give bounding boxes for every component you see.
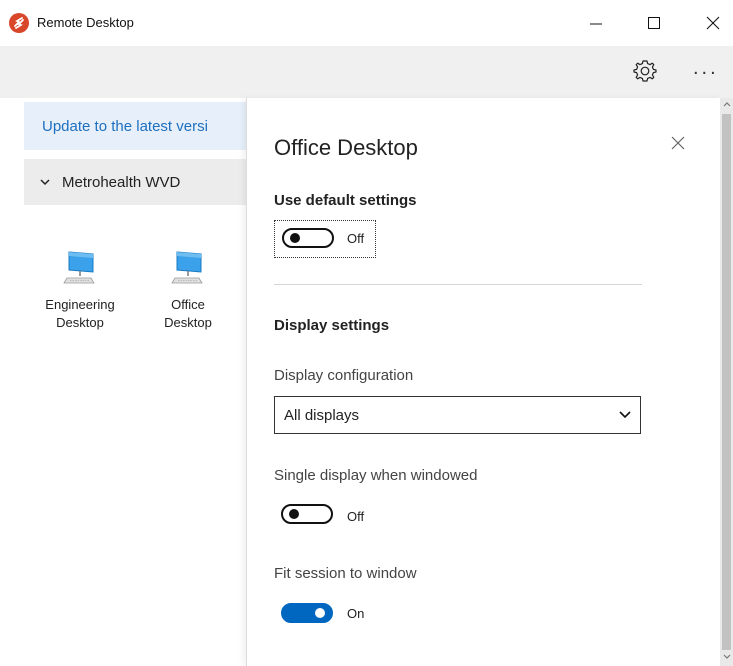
- desktop-tile-engineering[interactable]: Engineering Desktop: [28, 248, 132, 332]
- section-divider: [274, 284, 642, 285]
- close-window-button[interactable]: [693, 8, 733, 38]
- gear-icon: [633, 60, 657, 82]
- scrollbar-thumb[interactable]: [722, 114, 731, 650]
- display-config-label: Display configuration: [274, 367, 414, 384]
- close-icon: [671, 136, 685, 150]
- use-default-state: Off: [347, 231, 365, 246]
- use-default-heading: Use default settings: [274, 192, 417, 209]
- desktop-tile-label-line2: Desktop: [164, 315, 212, 330]
- single-display-state: Off: [347, 509, 365, 524]
- update-banner[interactable]: Update to the latest versi: [24, 102, 246, 150]
- computer-icon: [63, 251, 95, 284]
- minimize-button[interactable]: [576, 8, 616, 38]
- fit-session-state: On: [347, 606, 365, 621]
- toggle-knob: [290, 233, 300, 243]
- desktop-tile-label-line1: Office: [171, 297, 205, 312]
- desktop-tile-office[interactable]: Office Desktop: [136, 248, 240, 332]
- title-bar: Remote Desktop: [0, 0, 733, 46]
- fit-session-label: Fit session to window: [274, 565, 417, 582]
- chevron-down-icon: [619, 411, 631, 419]
- panel-scrollbar[interactable]: [720, 98, 733, 666]
- update-banner-text: Update to the latest versi: [42, 118, 208, 135]
- toggle-knob: [289, 509, 299, 519]
- display-settings-heading: Display settings: [274, 317, 390, 334]
- use-default-toggle[interactable]: [282, 228, 334, 248]
- fit-session-toggle[interactable]: [281, 603, 333, 623]
- scroll-down-icon[interactable]: [723, 654, 731, 660]
- desktop-tile-label-line2: Desktop: [56, 315, 104, 330]
- display-config-value: All displays: [284, 407, 360, 424]
- panel-title: Office Desktop: [274, 135, 418, 160]
- toolbar: ...: [0, 46, 733, 98]
- minimize-icon: [590, 23, 602, 25]
- single-display-toggle[interactable]: [281, 504, 333, 524]
- remote-desktop-app-icon: [9, 13, 29, 33]
- more-options-button[interactable]: ...: [693, 58, 727, 84]
- close-icon: [706, 16, 720, 30]
- settings-button[interactable]: [628, 54, 662, 88]
- desktop-tile-label-line1: Engineering: [45, 297, 115, 312]
- maximize-icon: [648, 17, 660, 29]
- single-display-label: Single display when windowed: [274, 467, 478, 484]
- chevron-down-icon: [40, 179, 50, 186]
- display-config-select[interactable]: All displays: [274, 396, 641, 434]
- toggle-knob: [315, 608, 325, 618]
- panel-close-button[interactable]: [667, 132, 689, 154]
- scroll-up-icon[interactable]: [723, 101, 731, 107]
- window-title: Remote Desktop: [37, 15, 134, 30]
- workspace-pane: Update to the latest versi Metrohealth W…: [0, 98, 246, 666]
- workspace-group-label: Metrohealth WVD: [62, 174, 181, 191]
- workspace-group-header[interactable]: Metrohealth WVD: [24, 159, 246, 205]
- settings-panel: Office Desktop Use default settings Off …: [246, 98, 721, 666]
- maximize-button[interactable]: [634, 8, 674, 38]
- computer-icon: [171, 251, 203, 284]
